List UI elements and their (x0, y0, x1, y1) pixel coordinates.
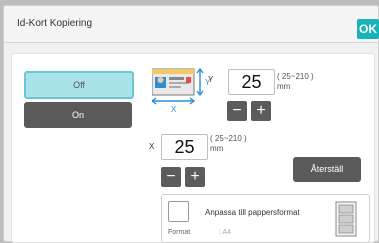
fit-to-paper-label: Anpassa till pappersformat (205, 208, 300, 217)
card-size-icon: X Y (152, 67, 211, 113)
y-axis-label: Y (208, 75, 214, 84)
x-decrease-button[interactable]: − (161, 167, 181, 187)
x-increase-button[interactable]: + (185, 167, 205, 187)
dialog-title: Id-Kort Kopiering (17, 18, 93, 29)
y-increase-button[interactable]: + (251, 101, 271, 121)
fit-to-paper-checkbox[interactable] (168, 201, 189, 222)
y-size-input[interactable]: 25 (228, 69, 275, 95)
settings-panel: Off On X Y Y 25 ( 25~210 ) mm − + X 25 (… (11, 53, 375, 243)
fit-to-paper-panel: Anpassa till pappersformat Format : A4 (161, 194, 370, 243)
ok-button[interactable]: OK (357, 19, 379, 39)
format-label: Format (168, 229, 191, 236)
svg-text:X: X (171, 105, 177, 113)
x-axis-label: X (149, 142, 155, 151)
reset-button[interactable]: Återställ (293, 157, 361, 182)
y-range-hint: ( 25~210 ) mm (277, 72, 314, 91)
on-button[interactable]: On (24, 102, 132, 128)
id-card-copy-dialog: Id-Kort Kopiering OK Off On X Y Y 25 ( 2 (3, 5, 379, 243)
title-bar: Id-Kort Kopiering OK (4, 6, 379, 43)
paper-icon (335, 201, 357, 237)
off-button[interactable]: Off (24, 71, 134, 99)
y-decrease-button[interactable]: − (227, 101, 247, 121)
format-value: : A4 (219, 229, 232, 236)
x-size-input[interactable]: 25 (161, 134, 208, 160)
x-range-hint: ( 25~210 ) mm (210, 134, 247, 153)
